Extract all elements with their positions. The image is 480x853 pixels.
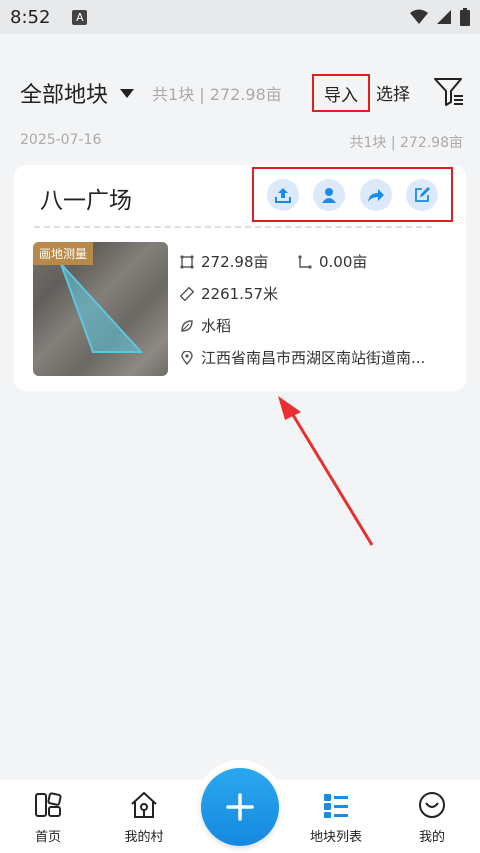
nav-plot-list[interactable]: 地块列表 <box>296 788 376 845</box>
area-row: 272.98亩 <box>180 251 269 272</box>
plot-area: 272.98亩 <box>201 253 269 271</box>
nav-mine-label: 我的 <box>418 830 445 845</box>
list-icon <box>324 794 348 818</box>
address-row: 江西省南昌市西湖区南站街道南... <box>180 347 425 368</box>
status-time: 8:52 <box>10 6 51 28</box>
share-arrow-icon <box>367 188 384 202</box>
upload-icon <box>275 187 292 203</box>
users-icon <box>322 187 337 203</box>
survey-method-badge: 画地测量 <box>33 242 94 265</box>
battery-icon <box>460 8 470 26</box>
group-date: 2025-07-16 <box>20 132 102 148</box>
app-notification-icon: A <box>72 9 88 25</box>
plot-secondary-area: 0.00亩 <box>319 253 368 271</box>
wifi-icon <box>410 9 428 24</box>
house-icon <box>131 791 157 818</box>
ruler-icon <box>180 286 194 301</box>
nav-village[interactable]: 我的村 <box>104 788 184 845</box>
header: 全部地块 共1块 | 272.98亩 导入 选择 <box>0 72 480 114</box>
share-to-user-button[interactable] <box>313 178 346 211</box>
group-summary: 共1块 | 272.98亩 <box>349 135 463 151</box>
smile-face-icon <box>419 792 445 818</box>
plot-address: 江西省南昌市西湖区南站街道南... <box>201 349 426 367</box>
upload-button[interactable] <box>267 178 300 211</box>
header-summary: 共1块 | 272.98亩 <box>152 85 282 104</box>
nav-mine[interactable]: 我的 <box>392 788 472 845</box>
filter-icon[interactable] <box>432 74 466 108</box>
signal-icon <box>437 10 451 24</box>
status-bar: 8:52 A <box>0 0 480 34</box>
card-divider <box>34 226 432 228</box>
edit-button[interactable] <box>405 178 438 211</box>
home-panels-icon <box>35 792 62 817</box>
plot-thumbnail[interactable]: 画地测量 <box>33 242 168 376</box>
caret-down-icon[interactable] <box>120 88 135 98</box>
secondary-area-row: 0.00亩 <box>298 251 367 272</box>
select-button[interactable]: 选择 <box>376 80 410 105</box>
annotation-arrow <box>278 396 374 546</box>
nav-village-label: 我的村 <box>124 830 164 845</box>
nav-home-label: 首页 <box>34 830 61 845</box>
location-pin-icon <box>181 350 193 365</box>
plot-name: 八一广场 <box>40 188 132 214</box>
corner-area-icon <box>298 254 312 269</box>
forward-button[interactable] <box>359 178 392 211</box>
status-icons <box>410 8 470 26</box>
plot-card[interactable]: 八一广场 画地测量 272.98亩 0.00亩 2261.57米 水稻 江西省南… <box>14 165 466 391</box>
leaf-icon <box>181 319 193 332</box>
import-button[interactable]: 导入 <box>312 74 370 112</box>
date-group-header: 2025-07-16 共1块 | 272.98亩 <box>20 132 463 152</box>
plot-actions <box>252 167 453 222</box>
plot-perimeter: 2261.57米 <box>201 285 279 303</box>
area-icon <box>180 254 194 269</box>
plot-crop: 水稻 <box>201 317 232 335</box>
perimeter-row: 2261.57米 <box>180 283 278 304</box>
plot-scope-title[interactable]: 全部地块 <box>20 77 108 109</box>
edit-icon <box>414 186 430 202</box>
plus-icon <box>226 793 254 821</box>
crop-row: 水稻 <box>180 315 231 336</box>
nav-plot-list-label: 地块列表 <box>309 830 362 845</box>
add-plot-button[interactable] <box>201 768 279 846</box>
nav-home[interactable]: 首页 <box>8 788 88 845</box>
